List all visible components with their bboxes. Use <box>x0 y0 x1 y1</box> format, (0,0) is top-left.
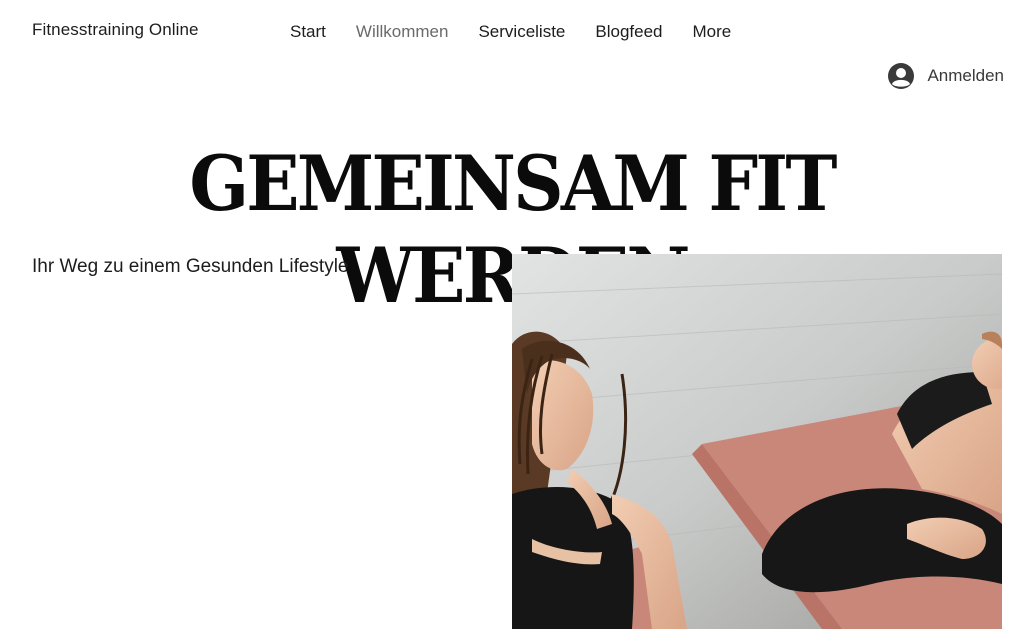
nav-item-serviceliste[interactable]: Serviceliste <box>478 22 565 42</box>
nav-item-start[interactable]: Start <box>290 22 326 42</box>
site-name[interactable]: Fitnesstraining Online <box>32 20 199 40</box>
fitness-photo <box>512 254 1002 629</box>
hero-subtitle: Ihr Weg zu einem Gesunden Lifestyle <box>32 256 349 277</box>
nav-item-more[interactable]: More <box>693 22 732 42</box>
hero-image <box>512 254 1002 629</box>
nav-item-willkommen[interactable]: Willkommen <box>356 22 449 42</box>
login-button[interactable]: Anmelden <box>887 62 1004 90</box>
main-nav: Start Willkommen Serviceliste Blogfeed M… <box>290 22 761 42</box>
user-avatar-icon <box>888 63 915 89</box>
nav-item-blogfeed[interactable]: Blogfeed <box>595 22 662 42</box>
login-label: Anmelden <box>927 66 1004 85</box>
